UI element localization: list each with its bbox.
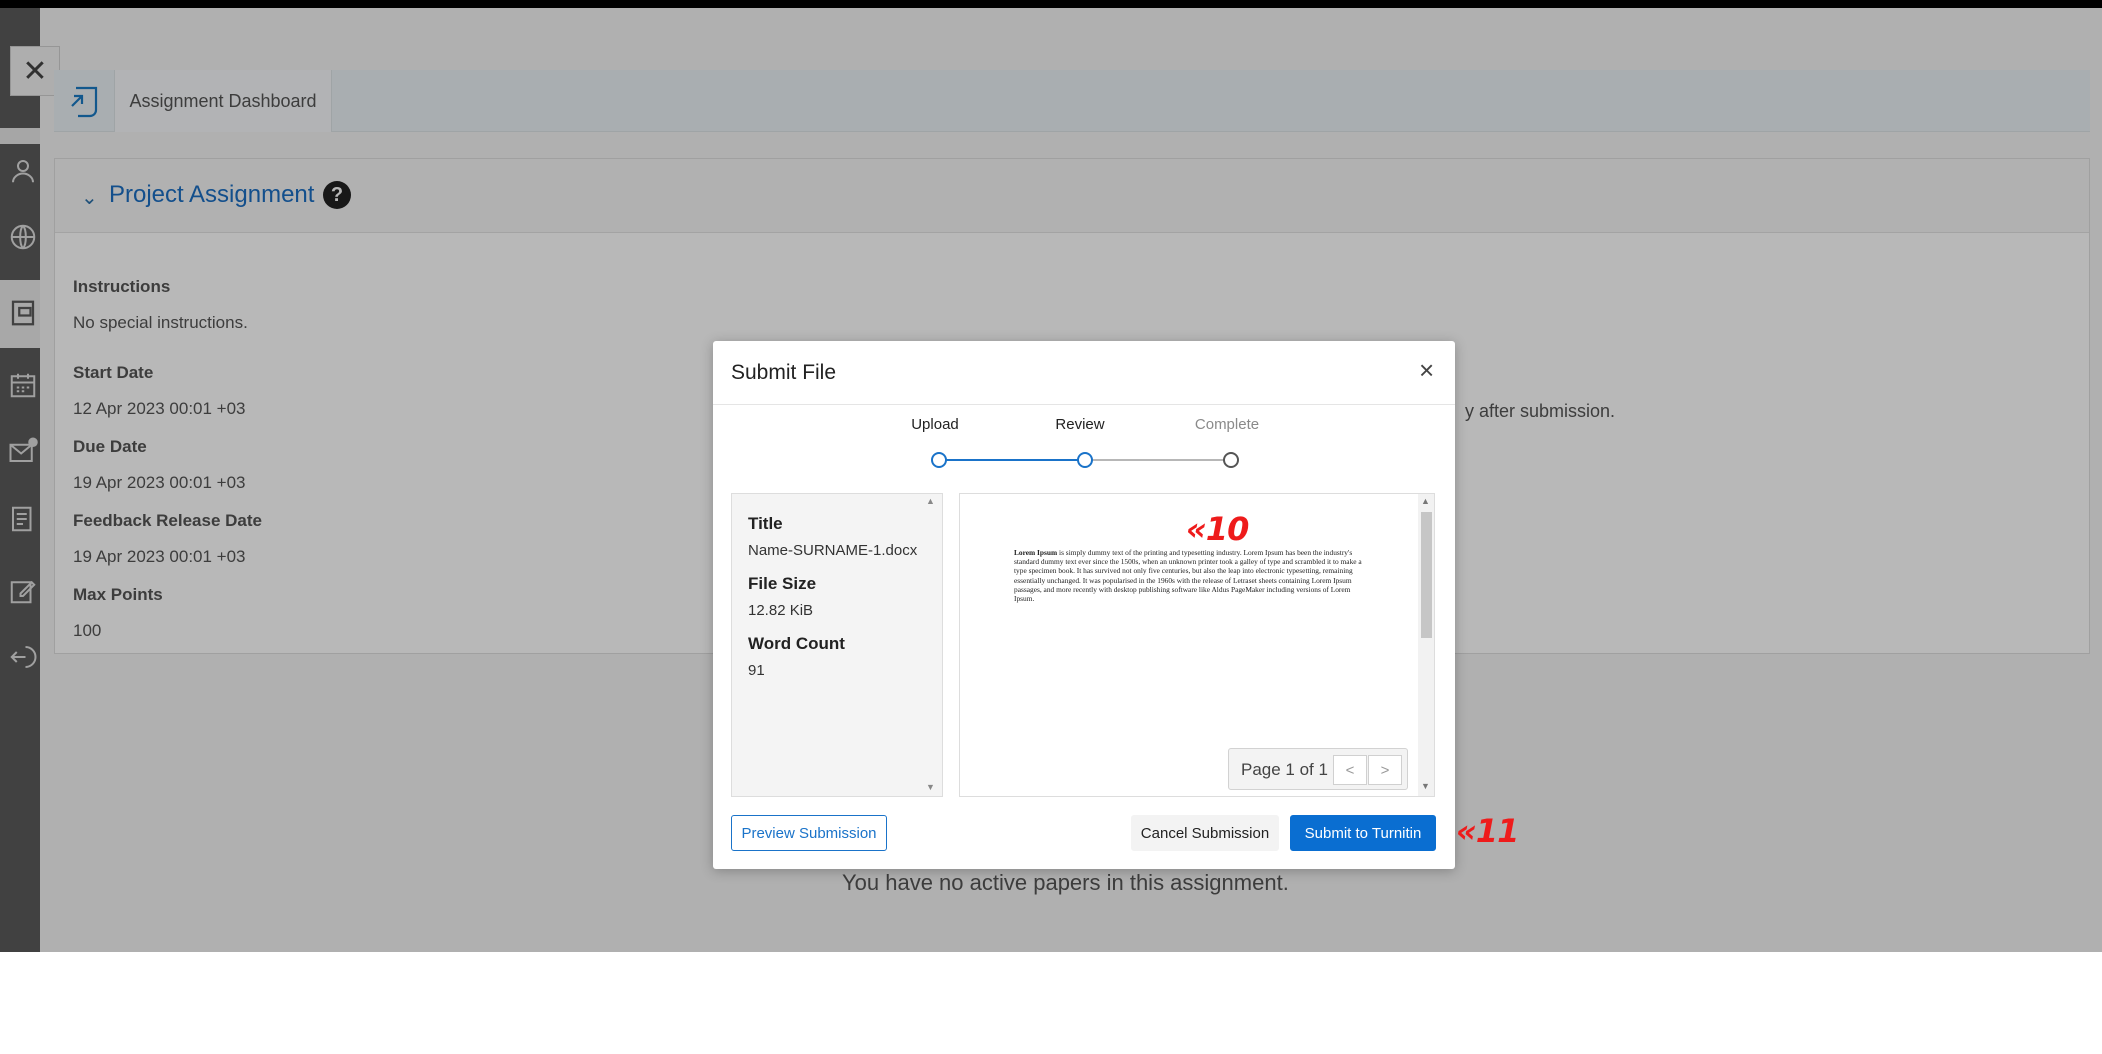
scroll-down-icon[interactable]: ▼ <box>1421 781 1430 791</box>
step-review-dot <box>1077 452 1093 468</box>
meta-title-value: Name-SURNAME-1.docx <box>748 542 918 559</box>
callout-10: «10 <box>1186 510 1249 548</box>
cancel-submission-button[interactable]: Cancel Submission <box>1131 815 1279 851</box>
meta-title-label: Title <box>748 514 783 533</box>
step-review-label: Review <box>1055 416 1105 433</box>
step-line-done <box>943 459 1081 461</box>
scroll-down-icon[interactable]: ▼ <box>926 782 935 792</box>
step-upload-label: Upload <box>911 416 959 433</box>
dialog-header: Submit File × <box>713 341 1455 405</box>
submit-file-dialog: Submit File × Upload Review Complete ▲ T… <box>713 341 1455 869</box>
callout-11: «11 <box>1456 812 1519 850</box>
step-line-pending <box>1089 459 1227 461</box>
page-navigator: Page 1 of 1 < > <box>1228 748 1408 790</box>
scroll-up-icon[interactable]: ▲ <box>1421 496 1430 506</box>
document-text: Lorem Ipsum is simply dummy text of the … <box>1014 548 1364 603</box>
meta-size-label: File Size <box>748 574 817 593</box>
previous-page-button[interactable]: < <box>1333 755 1367 785</box>
preview-scrollbar-thumb[interactable] <box>1421 512 1432 638</box>
document-body: is simply dummy text of the printing and… <box>1014 548 1362 604</box>
step-complete-dot <box>1223 452 1239 468</box>
meta-words-value: 91 <box>748 662 765 679</box>
file-metadata-panel: ▲ Title Name-SURNAME-1.docx File Size 12… <box>731 493 943 797</box>
step-complete-label: Complete <box>1194 416 1260 433</box>
meta-words-label: Word Count <box>748 634 845 653</box>
dialog-title: Submit File <box>731 361 837 384</box>
next-page-button[interactable]: > <box>1368 755 1402 785</box>
close-icon[interactable]: × <box>1419 357 1434 383</box>
scroll-up-icon[interactable]: ▲ <box>926 496 935 506</box>
preview-submission-button[interactable]: Preview Submission <box>731 815 887 851</box>
document-lead: Lorem Ipsum <box>1014 548 1058 557</box>
submit-to-turnitin-button[interactable]: Submit to Turnitin <box>1290 815 1436 851</box>
step-upload-dot <box>931 452 947 468</box>
page-indicator: Page 1 of 1 <box>1241 760 1328 779</box>
meta-size-value: 12.82 KiB <box>748 602 814 619</box>
